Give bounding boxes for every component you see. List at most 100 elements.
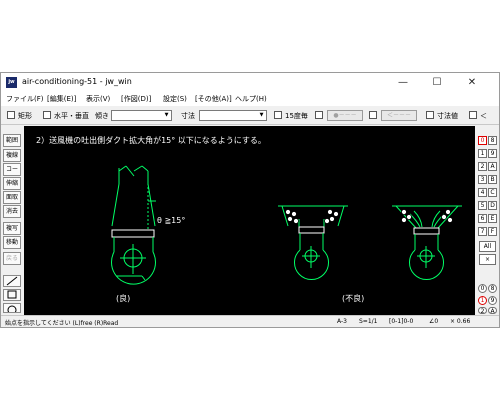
deg15-toggle[interactable]: 15度毎 (274, 111, 308, 121)
group-1[interactable]: 1 (478, 296, 487, 305)
bubbles-right-2 (441, 209, 453, 223)
tool-undo[interactable]: 戻る (3, 252, 21, 265)
layer-b[interactable]: B (488, 175, 497, 184)
dimval-checkbox[interactable] (426, 111, 434, 119)
point-checkbox[interactable] (315, 111, 323, 119)
status-zoom[interactable]: × 0.66 (450, 318, 470, 325)
layer-1[interactable]: 1 (478, 149, 487, 158)
tool-erase[interactable]: 消去 (3, 205, 21, 218)
tool-move[interactable]: 移動 (3, 236, 21, 249)
layer-6[interactable]: 6 (478, 214, 487, 223)
status-angle[interactable]: ∠0 (429, 318, 438, 325)
menu-view[interactable]: 表示(V) (86, 94, 110, 104)
layer-5[interactable]: 5 (478, 201, 487, 210)
chevron-down-icon[interactable]: ▼ (257, 111, 266, 120)
maximize-button[interactable]: ☐ (421, 73, 453, 92)
menu-draw[interactable]: [作図(D)] (121, 94, 151, 104)
deg15-checkbox[interactable] (274, 111, 282, 119)
close-button[interactable]: ✕ (456, 73, 488, 92)
rect-label: 矩形 (18, 112, 32, 120)
layer-all-button[interactable]: All (479, 241, 496, 252)
dimval-toggle[interactable]: 寸法値 (426, 111, 458, 121)
menu-file[interactable]: ファイル(F) (6, 94, 44, 104)
tilt-combo[interactable]: ▼ (111, 110, 172, 121)
line-icon (6, 276, 18, 286)
bubbles-right-1 (324, 209, 339, 224)
angle-label: θ ≧15° (157, 216, 185, 225)
lt-label: ＜ (480, 112, 487, 120)
tool-stretch[interactable]: 伸縮 (3, 177, 21, 190)
layer-e[interactable]: E (488, 214, 497, 223)
lt-checkbox[interactable] (469, 111, 477, 119)
tool-chamfer[interactable]: 面取 (3, 191, 21, 204)
status-scale[interactable]: S=1/1 (359, 318, 378, 325)
layer-9[interactable]: 9 (488, 149, 497, 158)
group-9[interactable]: 9 (488, 296, 497, 305)
lt-toggle[interactable]: ＜ (469, 111, 487, 121)
group-a[interactable]: A (488, 307, 497, 315)
layer-f[interactable]: F (488, 227, 497, 236)
bubbles-left-2 (401, 209, 412, 223)
layer-2[interactable]: 2 (478, 162, 487, 171)
layer-7[interactable]: 7 (478, 227, 487, 236)
dim-combo[interactable]: ▼ (199, 110, 267, 121)
arrow-button[interactable]: ＜－－－ (381, 110, 417, 121)
menu-help[interactable]: ヘルプ(H) (235, 94, 267, 104)
menu-other[interactable]: [その他(A)] (195, 94, 232, 104)
layer-toolbox: 0 8 1 9 2 A 3 B 4 C 5 D 6 E 7 F All × 0 … (476, 126, 499, 318)
layer-x-button[interactable]: × (479, 254, 496, 265)
layer-8[interactable]: 8 (488, 136, 497, 145)
fan-bad-2 (392, 205, 462, 281)
menu-edit[interactable]: [編集(E)] (47, 94, 76, 104)
point-button[interactable]: ●－－－ (327, 110, 363, 121)
point-checkbox-wrap[interactable] (315, 111, 326, 120)
arrow-checkbox[interactable] (369, 111, 377, 119)
tool-rect[interactable] (3, 289, 21, 301)
drawing-canvas[interactable]: 2）送風機の吐出側ダクト拡大角が15° 以下になるようにする。 θ ≧15° (… (24, 126, 475, 315)
layer-d[interactable]: D (488, 201, 497, 210)
circle-icon (7, 305, 17, 315)
group-2[interactable]: 2 (478, 307, 487, 315)
menu-settings[interactable]: 設定(S) (163, 94, 187, 104)
layer-a[interactable]: A (488, 162, 497, 171)
deg15-label: 15度毎 (285, 112, 308, 120)
tool-range[interactable]: 範囲 (3, 134, 21, 147)
status-layer[interactable]: [0-1]0-0 (389, 318, 413, 325)
status-message: 始点を指示してください (L)free (R)Read (5, 320, 119, 327)
group-8[interactable]: 8 (488, 284, 497, 293)
hv-label: 水平・垂直 (54, 112, 89, 120)
label-bad: (不良) (342, 293, 364, 303)
rect-toggle[interactable]: 矩形 (7, 111, 32, 121)
tool-corner[interactable]: コーナー (3, 163, 21, 184)
group-0[interactable]: 0 (478, 284, 487, 293)
drawing-svg[interactable]: 2）送風機の吐出側ダクト拡大角が15° 以下になるようにする。 θ ≧15° (… (24, 126, 475, 315)
dimval-label: 寸法値 (437, 112, 458, 120)
layer-c[interactable]: C (488, 188, 497, 197)
title-bar: jw air-conditioning-51 - jw_win — ☐ ✕ (1, 73, 499, 92)
bubbles-left-1 (285, 209, 299, 224)
rect-checkbox[interactable] (7, 111, 15, 119)
layer-4[interactable]: 4 (478, 188, 487, 197)
tool-circle[interactable] (3, 303, 21, 315)
hv-checkbox[interactable] (43, 111, 51, 119)
left-toolbox: 範囲 複線 コーナー 伸縮 面取 消去 複写 移動 戻る (1, 126, 23, 318)
tool-copy[interactable]: 複写 (3, 222, 21, 235)
app-icon: jw (6, 77, 17, 88)
toolbar: 矩形 水平・垂直 傾き ▼ 寸法 ▼ 15度毎 ●－－－ ＜－－－ 寸法値 ＜ (1, 106, 499, 125)
status-paper-size[interactable]: A-3 (337, 318, 347, 325)
dim-label: 寸法 (181, 112, 195, 120)
hv-toggle[interactable]: 水平・垂直 (43, 111, 89, 121)
tilt-label: 傾き (95, 112, 109, 120)
tool-offset[interactable]: 複線 (3, 149, 21, 162)
fan-good (111, 165, 156, 285)
app-window: jw air-conditioning-51 - jw_win — ☐ ✕ ファ… (0, 72, 500, 328)
status-bar: 始点を指示してください (L)free (R)Read A-3 S=1/1 [0… (1, 315, 499, 327)
rectangle-icon (7, 290, 17, 299)
tool-line[interactable] (3, 275, 21, 287)
arrow-checkbox-wrap[interactable] (369, 111, 380, 120)
minimize-button[interactable]: — (387, 73, 419, 92)
layer-0[interactable]: 0 (478, 136, 487, 145)
chevron-down-icon[interactable]: ▼ (162, 111, 171, 120)
menu-bar: ファイル(F) [編集(E)] 表示(V) [作図(D)] 設定(S) [その他… (1, 92, 499, 106)
layer-3[interactable]: 3 (478, 175, 487, 184)
